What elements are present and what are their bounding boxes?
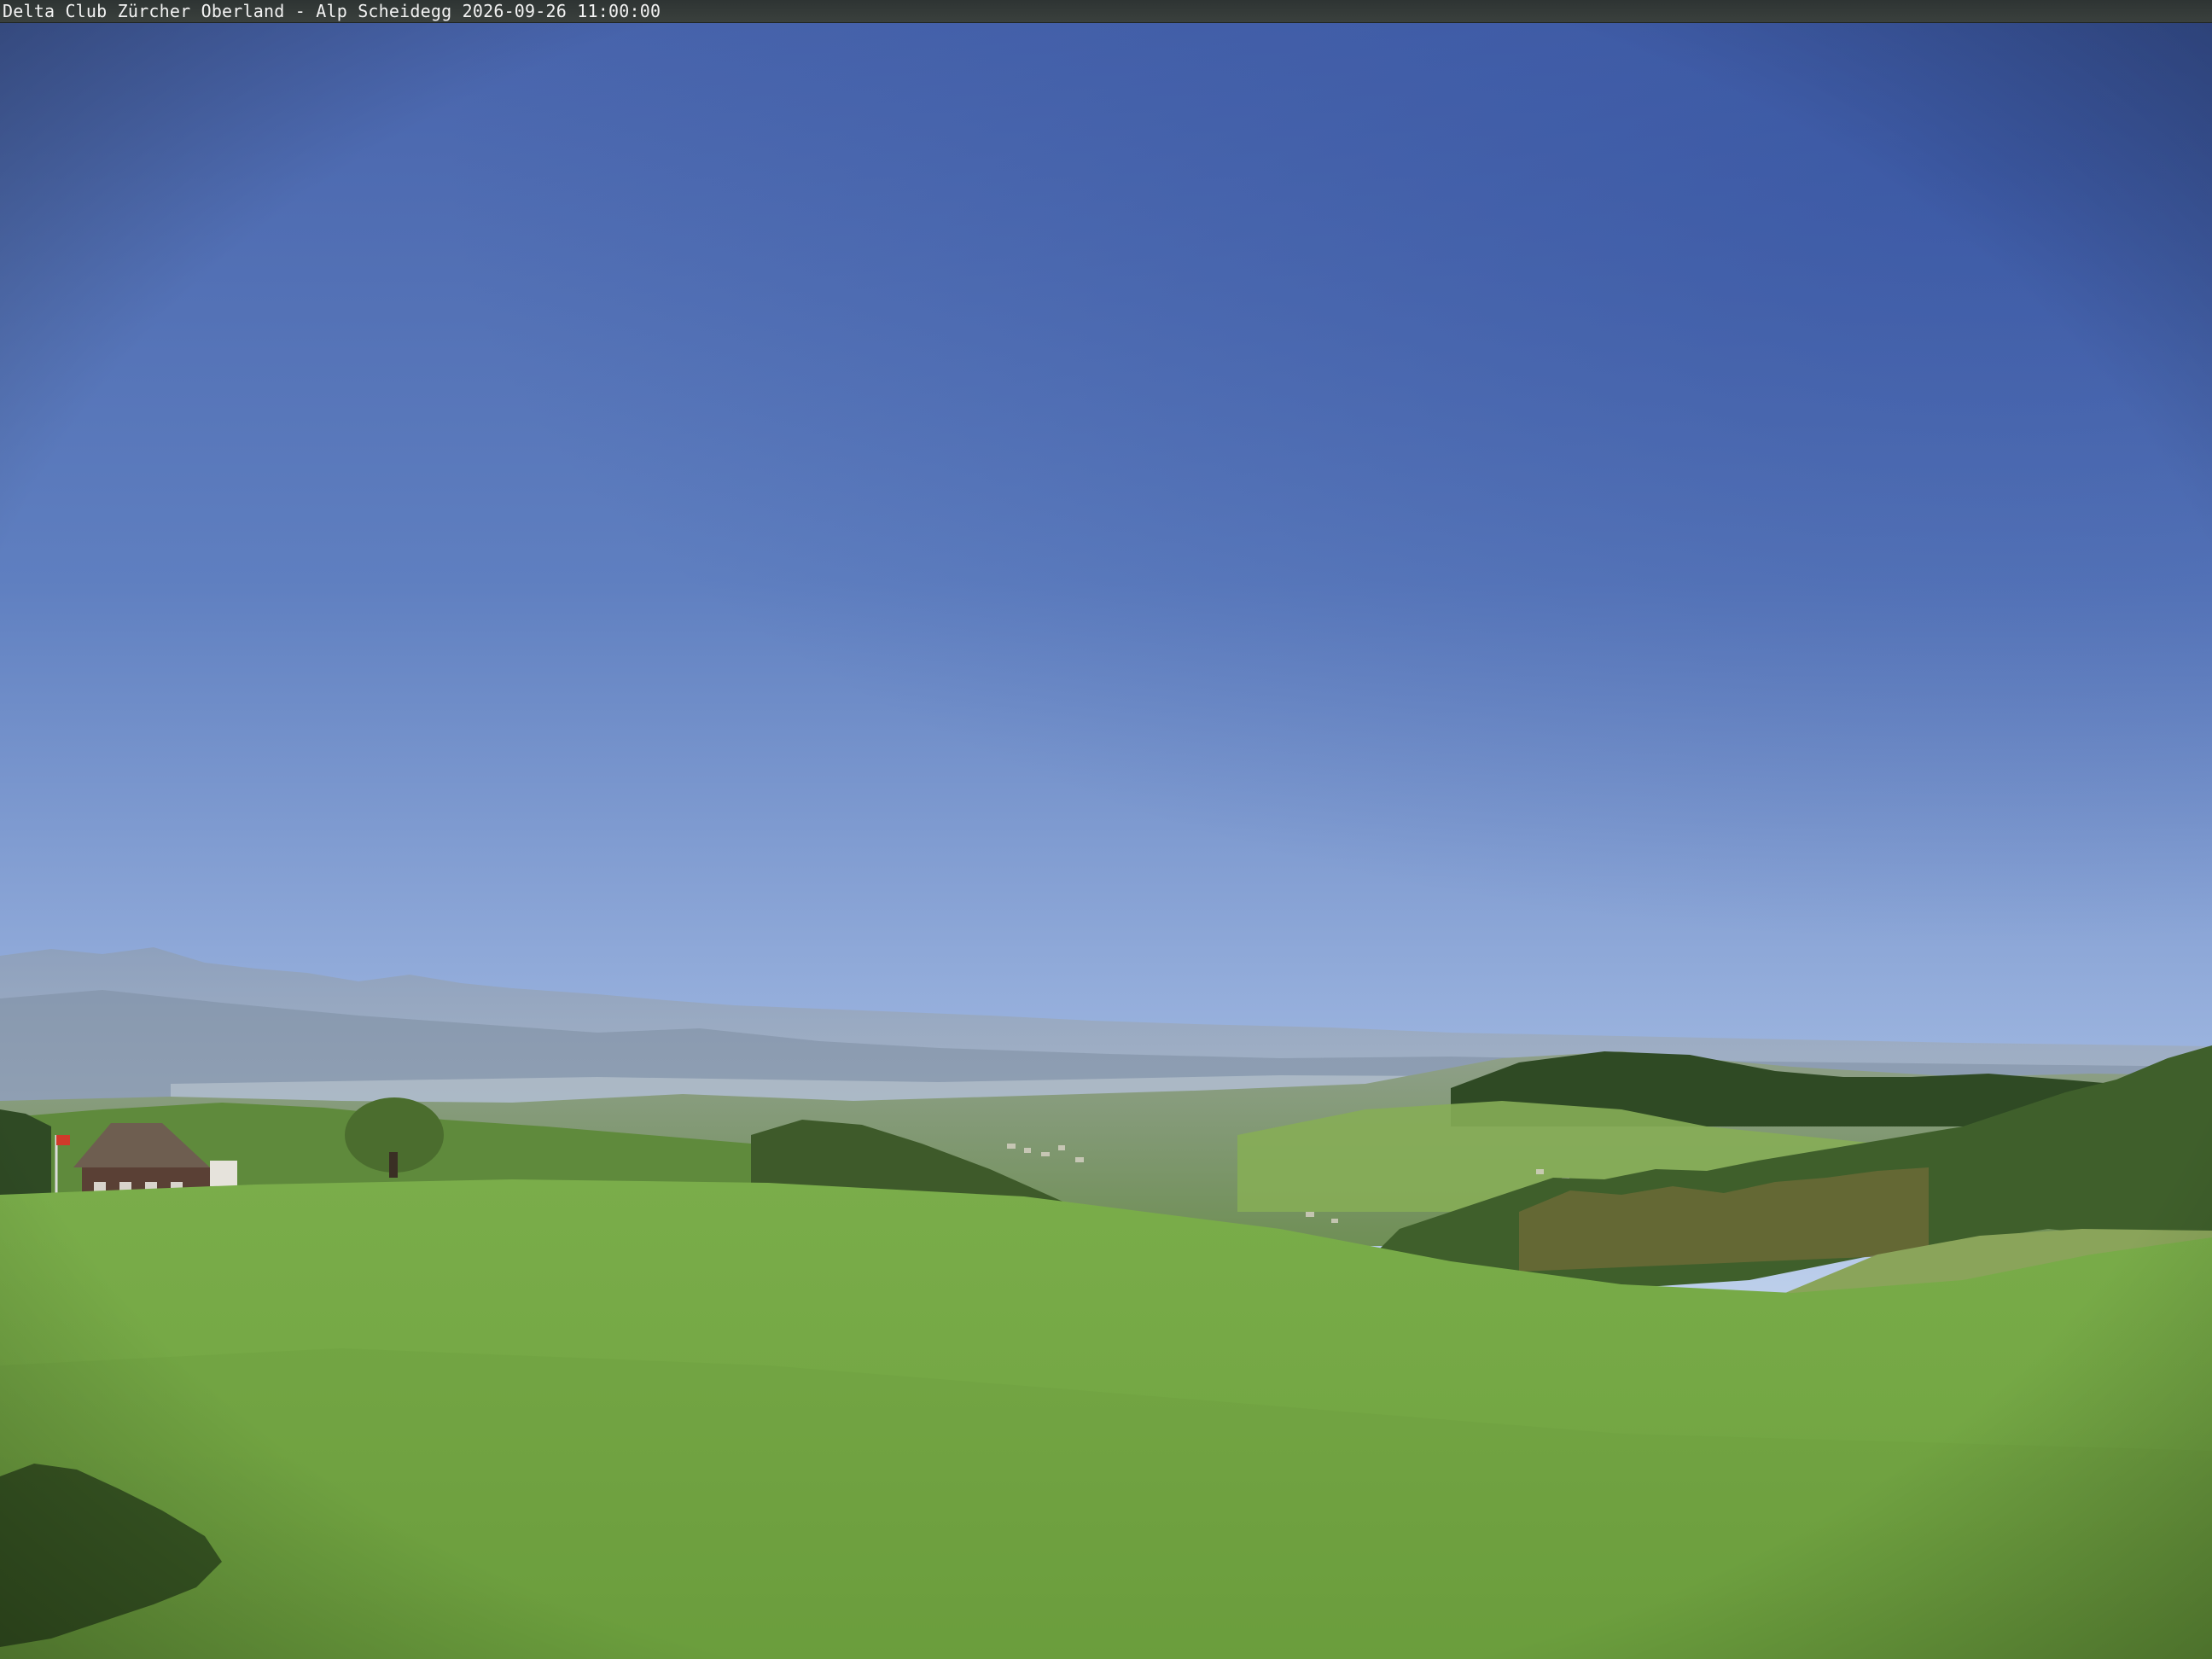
webcam-frame: Delta Club Zürcher Oberland - Alp Scheid… [0,0,2212,1659]
caption-text: Delta Club Zürcher Oberland - Alp Scheid… [3,1,661,21]
caption-bar: Delta Club Zürcher Oberland - Alp Scheid… [0,0,2212,23]
lens-vignette [0,0,2212,1659]
landscape-image [0,0,2212,1659]
